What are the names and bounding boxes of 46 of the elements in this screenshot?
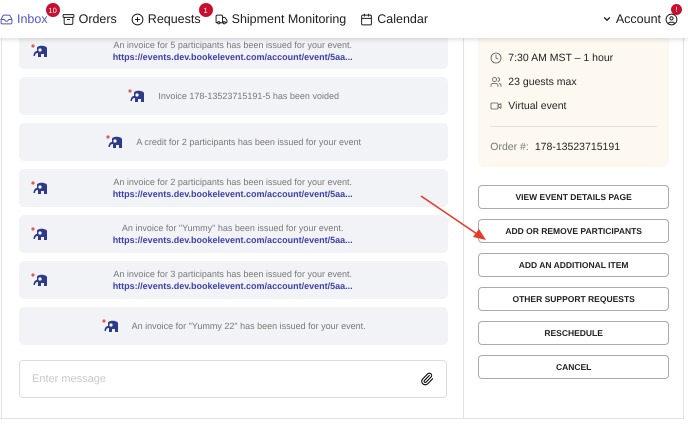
message-link[interactable]: https://events.dev.bookelevent.com/account/event/5aa...	[112, 281, 353, 291]
action-button[interactable]: ADD OR REMOVE PARTICIPANTS	[478, 219, 669, 243]
message-text: An invoice for 2 participants has been issued for your event.	[113, 177, 352, 187]
nav-tab[interactable]: Shipment Monitoring	[214, 12, 346, 26]
message-text: An invoice for 5 participants has been issued for your event.	[113, 40, 352, 50]
inbox-icon	[0, 12, 13, 26]
event-detail: Virtual event	[508, 100, 566, 112]
action-button[interactable]: OTHER SUPPORT REQUESTS	[478, 287, 669, 311]
video-camera-icon	[490, 100, 502, 112]
order-label: Order #:	[490, 141, 529, 153]
message-text: An invoice for "Yummy" has been issued for your event.	[122, 223, 344, 233]
event-detail: 23 guests max	[508, 76, 577, 88]
clock-icon	[490, 52, 502, 64]
user-icon	[665, 12, 678, 26]
message-text: An invoice for "Yummy 22" has been issued for your event.	[132, 321, 366, 331]
account-menu[interactable]: Account	[602, 12, 678, 26]
elephant-logo-icon	[31, 273, 49, 287]
elephant-logo-icon	[31, 227, 49, 241]
nav-tab[interactable]: Requests	[130, 12, 201, 26]
nav-tab[interactable]: Inbox	[0, 12, 48, 26]
event-detail: 7:30 AM MST – 1 hour	[508, 52, 614, 64]
message-link[interactable]: https://events.dev.bookelevent.com/account/event/5aa...	[112, 235, 353, 245]
elephant-logo-icon	[31, 44, 49, 58]
message-text: A credit for 2 participants has been issued for your event	[136, 137, 361, 147]
message-text: Invoice 178-13523715191-5 has been voided	[158, 91, 339, 101]
action-button[interactable]: VIEW EVENT DETAILS PAGE	[478, 185, 669, 209]
nav-tab[interactable]: Orders	[62, 12, 117, 26]
action-button[interactable]: CANCEL	[478, 355, 669, 379]
calendar-icon	[360, 12, 374, 26]
message-link[interactable]: https://events.dev.bookelevent.com/account/event/5aa...	[112, 189, 353, 199]
elephant-logo-icon	[128, 89, 146, 103]
elephant-logo-icon	[102, 319, 120, 333]
paperclip-icon[interactable]	[420, 372, 434, 386]
action-button[interactable]: RESCHEDULE	[478, 321, 669, 345]
elephant-logo-icon	[31, 181, 49, 195]
action-button[interactable]: ADD AN ADDITIONAL ITEM	[478, 253, 669, 277]
chevron-down-icon	[602, 14, 612, 24]
order-number: 178-13523715191	[534, 141, 620, 153]
people-icon	[490, 76, 502, 88]
plus-circle-icon	[130, 12, 144, 26]
elephant-logo-icon	[106, 135, 124, 149]
nav-tab[interactable]: Calendar	[360, 12, 428, 26]
message-text: An invoice for 3 participants has been issued for your event.	[113, 269, 352, 279]
message-link[interactable]: https://events.dev.bookelevent.com/account/event/5aa...	[112, 52, 353, 62]
truck-icon	[214, 12, 228, 26]
box-icon	[62, 12, 75, 26]
